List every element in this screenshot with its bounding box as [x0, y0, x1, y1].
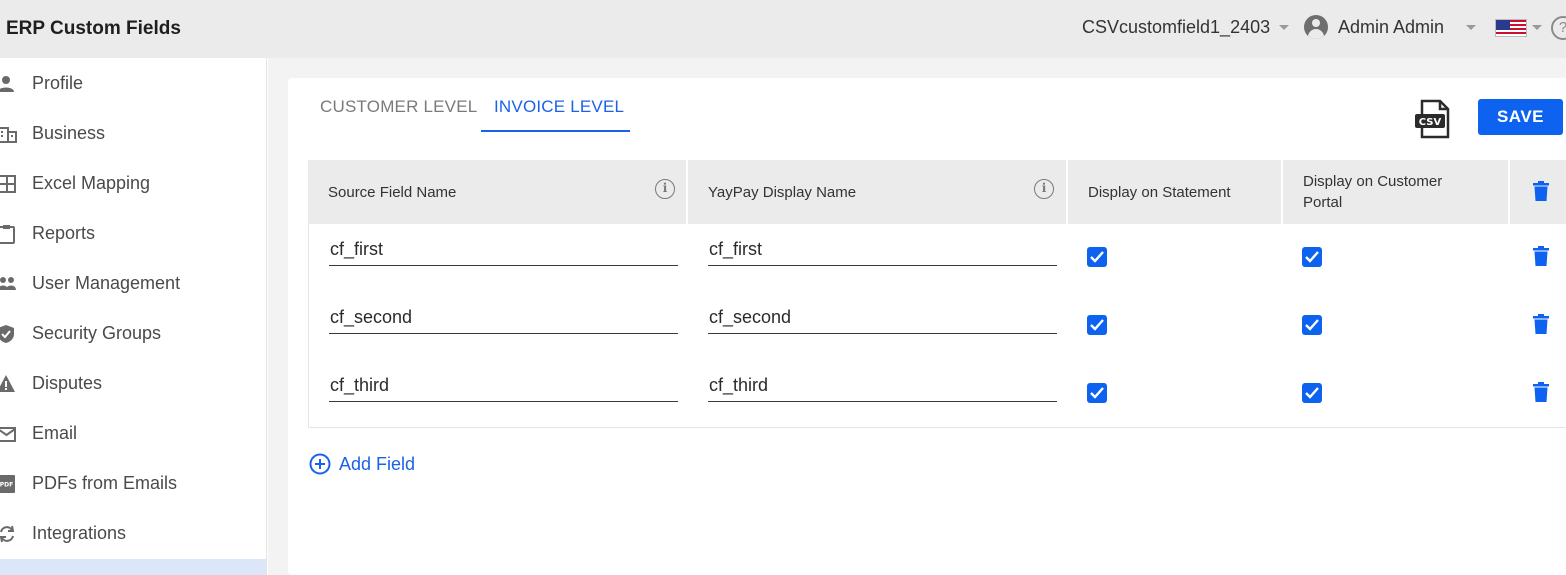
sidebar-item-security-groups[interactable]: Security Groups — [0, 314, 266, 354]
sidebar-item-label: Reports — [32, 223, 96, 243]
portal-checkbox[interactable] — [1302, 315, 1322, 335]
sidebar-item-active[interactable] — [0, 559, 266, 575]
source-field-input[interactable] — [329, 234, 678, 266]
avatar-icon[interactable] — [1304, 15, 1328, 39]
display-name-input[interactable] — [708, 234, 1057, 266]
tab-invoice-level[interactable]: INVOICE LEVEL — [494, 97, 624, 117]
sidebar-item-business[interactable]: Business — [0, 114, 266, 154]
grid-icon — [0, 175, 16, 193]
column-header-source: Source Field Name i — [308, 160, 688, 224]
add-field-button[interactable]: Add Field — [309, 452, 415, 476]
sidebar-item-label: Business — [32, 123, 106, 143]
sidebar-item-disputes[interactable]: Disputes — [0, 364, 266, 404]
delete-row-icon[interactable] — [1533, 246, 1549, 266]
warning-icon — [0, 375, 15, 392]
column-header-portal: Display on Customer Portal — [1283, 160, 1510, 224]
save-button[interactable]: SAVE — [1478, 99, 1563, 135]
display-name-input[interactable] — [708, 370, 1057, 402]
sidebar-item-label: Excel Mapping — [32, 173, 151, 193]
csv-export-icon[interactable]: CSV — [1414, 99, 1454, 139]
portal-checkbox[interactable] — [1302, 383, 1322, 403]
sidebar-item-excel-mapping[interactable]: Excel Mapping — [0, 164, 266, 204]
column-header-statement: Display on Statement — [1068, 160, 1283, 224]
sidebar: Profile Business Excel Mapping Reports U… — [0, 58, 267, 575]
add-circle-icon — [309, 453, 331, 475]
column-label: Display on Customer — [1303, 173, 1443, 190]
active-tab-indicator — [481, 130, 630, 132]
add-field-label: Add Field — [339, 453, 416, 474]
portal-checkbox[interactable] — [1302, 247, 1322, 267]
people-icon — [0, 277, 16, 290]
column-label: YayPay Display Name — [708, 184, 857, 201]
person-icon — [0, 76, 14, 92]
tenant-selector[interactable]: CSVcustomfield1_2403 — [1082, 17, 1270, 38]
sidebar-item-pdfs-from-emails[interactable]: PDF PDFs from Emails — [0, 464, 266, 504]
page-title: ERP Custom Fields — [6, 18, 181, 39]
sidebar-item-label: Disputes — [32, 373, 103, 393]
statement-checkbox[interactable] — [1087, 247, 1107, 267]
clipboard-icon — [0, 225, 15, 244]
sidebar-item-profile[interactable]: Profile — [0, 64, 266, 104]
top-bar: ERP Custom Fields CSVcustomfield1_2403 A… — [0, 0, 1566, 58]
source-field-input[interactable] — [329, 370, 678, 402]
column-header-display: YayPay Display Name i — [688, 160, 1068, 224]
csv-label: CSV — [1419, 117, 1442, 128]
sidebar-item-label: Integrations — [32, 523, 127, 543]
pdf-icon: PDF — [0, 475, 15, 493]
shield-icon — [0, 325, 14, 343]
sidebar-item-integrations[interactable]: Integrations — [0, 514, 266, 554]
delete-all-icon[interactable] — [1533, 181, 1549, 201]
sidebar-item-user-management[interactable]: User Management — [0, 264, 266, 304]
chevron-down-icon[interactable] — [1466, 25, 1476, 30]
sidebar-item-label: PDFs from Emails — [32, 473, 178, 493]
delete-row-icon[interactable] — [1533, 382, 1549, 402]
info-icon[interactable]: i — [1034, 179, 1054, 199]
display-name-input[interactable] — [708, 302, 1057, 334]
column-label: Display on Statement — [1088, 184, 1231, 201]
delete-row-icon[interactable] — [1533, 314, 1549, 334]
sidebar-item-label: Email — [32, 423, 78, 443]
sidebar-item-label: Profile — [32, 73, 84, 93]
info-icon[interactable]: i — [655, 179, 675, 199]
svg-text:PDF: PDF — [0, 482, 13, 489]
tab-customer-level[interactable]: CUSTOMER LEVEL — [320, 97, 477, 117]
help-icon[interactable]: ? — [1551, 16, 1566, 40]
mail-icon — [0, 427, 16, 442]
sidebar-item-label: User Management — [32, 273, 181, 293]
statement-checkbox[interactable] — [1087, 315, 1107, 335]
chevron-down-icon[interactable] — [1279, 25, 1289, 30]
sidebar-item-label: Security Groups — [32, 323, 162, 343]
source-field-input[interactable] — [329, 302, 678, 334]
column-label: Portal — [1303, 194, 1343, 211]
sidebar-item-email[interactable]: Email — [0, 414, 266, 454]
column-label: Source Field Name — [328, 184, 457, 201]
statement-checkbox[interactable] — [1087, 383, 1107, 403]
user-menu[interactable]: Admin Admin — [1338, 17, 1444, 38]
table-header: Source Field Name i YayPay Display Name … — [308, 160, 1566, 224]
chevron-down-icon[interactable] — [1532, 25, 1542, 30]
sidebar-item-reports[interactable]: Reports — [0, 214, 266, 254]
building-icon — [0, 127, 17, 143]
sync-icon — [0, 525, 15, 543]
us-flag-icon[interactable] — [1495, 19, 1527, 37]
